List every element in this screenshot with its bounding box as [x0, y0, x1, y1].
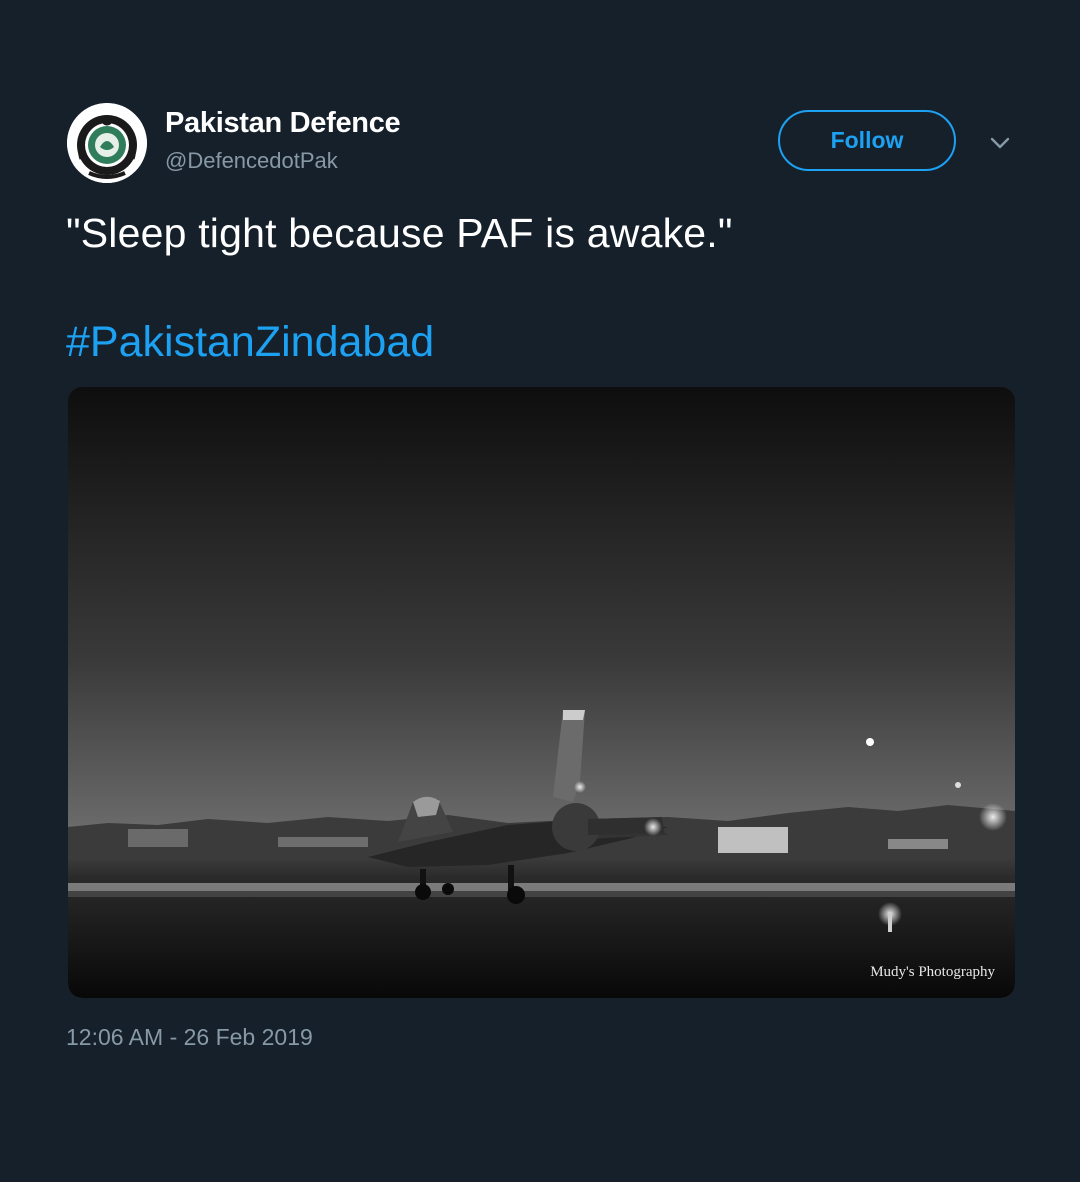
fighter-jet-night-photo-icon — [68, 387, 1015, 998]
author-display-name[interactable]: Pakistan Defence — [165, 107, 401, 140]
chevron-down-icon — [990, 137, 1010, 149]
author-handle[interactable]: @DefencedotPak — [165, 148, 338, 174]
photo-watermark: Mudy's Photography — [870, 964, 995, 980]
pakistan-defence-emblem-icon — [67, 103, 147, 183]
tweet-text: "Sleep tight because PAF is awake." — [66, 210, 733, 256]
avatar[interactable] — [67, 103, 147, 183]
tweet-timestamp[interactable]: 12:06 AM - 26 Feb 2019 — [66, 1024, 313, 1051]
more-options-button[interactable] — [986, 131, 1014, 155]
hashtag-link[interactable]: #PakistanZindabad — [66, 318, 434, 367]
follow-button[interactable]: Follow — [778, 110, 956, 171]
tweet-card: Pakistan Defence @DefencedotPak Follow "… — [0, 0, 1080, 1182]
tweet-photo[interactable]: Mudy's Photography — [68, 387, 1015, 998]
